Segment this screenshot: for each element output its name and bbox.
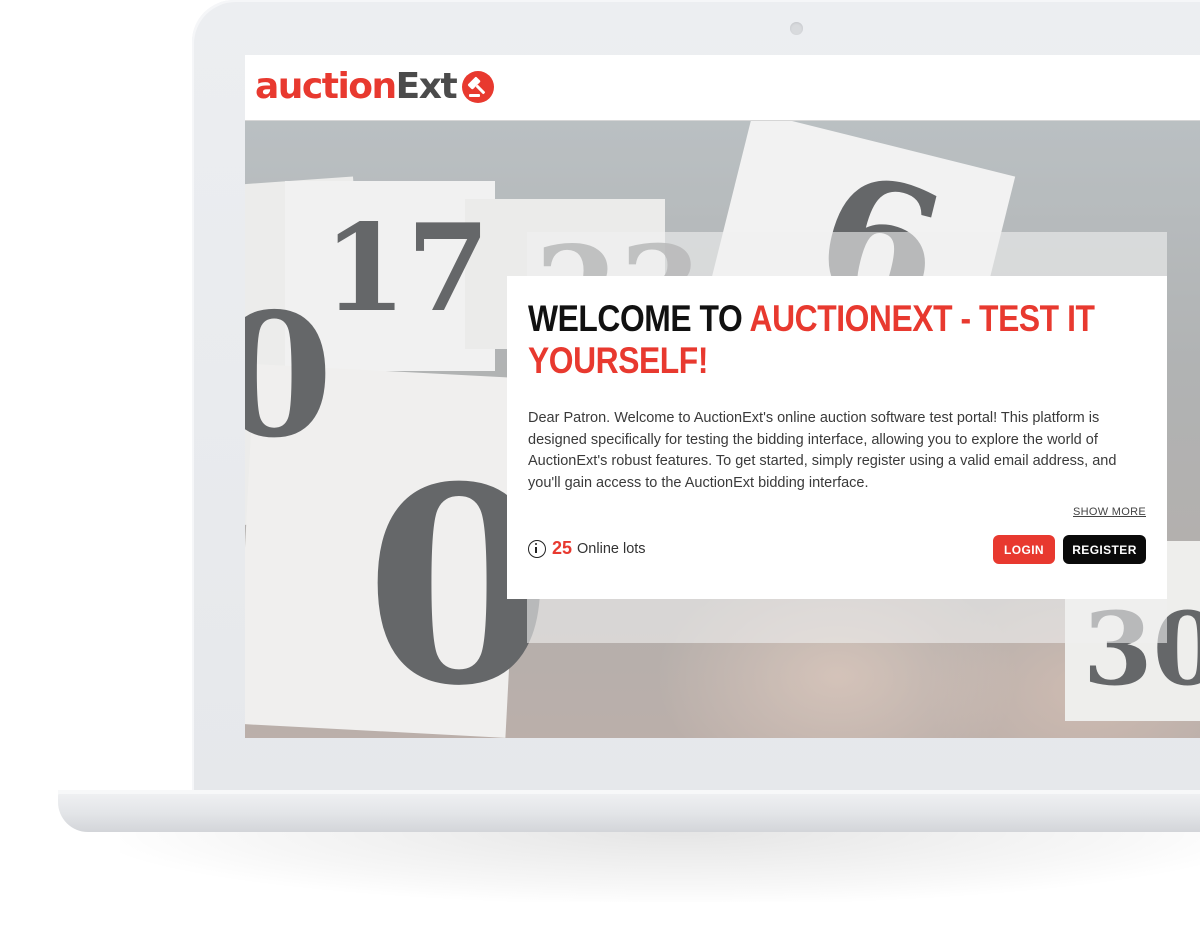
welcome-card: WELCOME TO AUCTIONEXT - TEST IT YOURSELF… xyxy=(507,276,1167,599)
info-circle-icon xyxy=(528,539,546,558)
online-lots-info: 25 Online lots xyxy=(528,538,646,559)
show-more-link[interactable]: SHOW MORE xyxy=(1073,506,1146,518)
logo-text: auctionExt xyxy=(255,66,458,107)
welcome-title-lead: WELCOME TO xyxy=(528,298,750,339)
login-button[interactable]: LOGIN xyxy=(993,535,1055,564)
site-header: auctionExt xyxy=(245,55,1200,121)
laptop-screen: auctionExt 17 23 6 0 30 0 WELCOM xyxy=(245,55,1200,738)
brand-logo[interactable]: auctionExt xyxy=(255,67,496,107)
laptop-shadow xyxy=(120,832,1200,902)
online-lots-count: 25 xyxy=(552,538,573,558)
online-lots-label: Online lots xyxy=(577,540,646,557)
gavel-circle-icon xyxy=(462,71,495,103)
logo-text-auction: auction xyxy=(255,66,397,107)
laptop-camera xyxy=(790,22,803,35)
welcome-title: WELCOME TO AUCTIONEXT - TEST IT YOURSELF… xyxy=(528,298,1147,382)
logo-text-ext: Ext xyxy=(395,66,458,107)
welcome-text: Dear Patron. Welcome to AuctionExt's onl… xyxy=(528,410,1117,491)
hero-section: 17 23 6 0 30 0 WELCOME TO AUCTIONEXT - T… xyxy=(245,121,1200,738)
register-button[interactable]: REGISTER xyxy=(1063,535,1146,564)
laptop-base-edge xyxy=(58,790,1200,794)
laptop-base xyxy=(58,790,1200,832)
